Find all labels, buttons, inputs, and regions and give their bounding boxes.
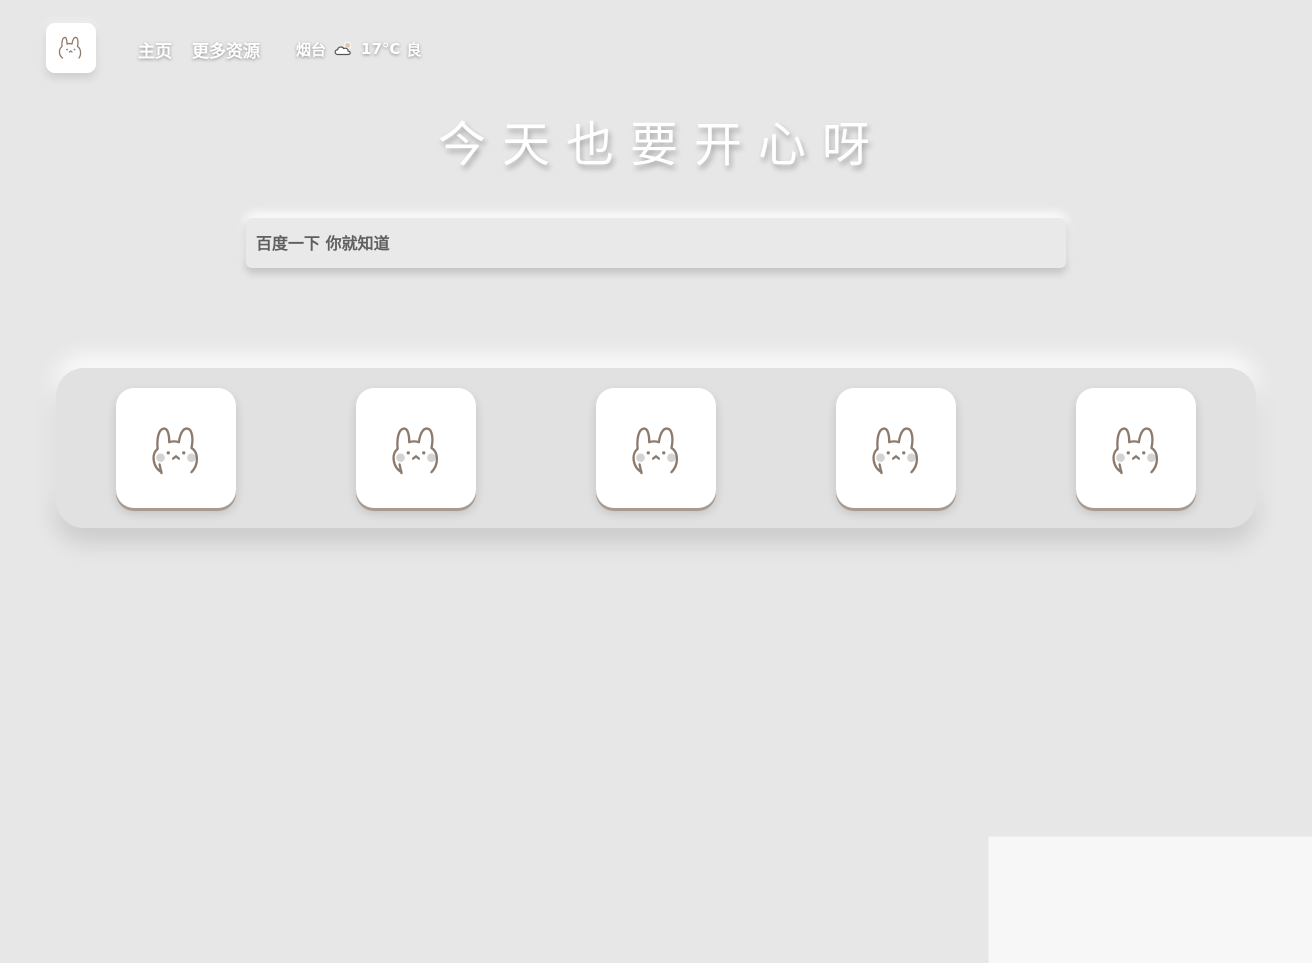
bunny-icon: [1112, 427, 1159, 475]
weather-air-quality: 良: [406, 40, 422, 59]
bunny-logo-icon: [58, 36, 82, 59]
bookmark-tile-5[interactable]: [1076, 388, 1196, 508]
nav-more-resources-link[interactable]: 更多资源: [192, 37, 260, 62]
weather-widget[interactable]: 烟台 17°C 良: [296, 39, 421, 60]
weather-city: 烟台: [296, 40, 327, 59]
nav-home-link[interactable]: 主页: [138, 37, 172, 62]
bookmark-tile-4[interactable]: [836, 388, 956, 508]
page: 主页 更多资源 烟台 17°C 良 今天也要开心呀: [0, 0, 1312, 963]
bookmark-tile-2[interactable]: [356, 388, 476, 508]
bunny-icon: [152, 427, 199, 475]
bookmark-panel: [56, 368, 1256, 528]
bookmark-tile-3[interactable]: [596, 388, 716, 508]
search-box: [246, 218, 1066, 268]
cloud-icon: [334, 41, 352, 56]
bunny-icon: [392, 427, 439, 475]
bunny-icon: [632, 427, 679, 475]
bookmark-tile-1[interactable]: [116, 388, 236, 508]
home-logo-button[interactable]: [46, 23, 96, 73]
top-nav: 主页 更多资源 烟台 17°C 良: [138, 36, 421, 62]
slogan-heading: 今天也要开心呀: [437, 117, 886, 173]
search-input[interactable]: [246, 218, 1066, 268]
weather-temperature: 17°C: [361, 40, 401, 58]
corner-overlay-panel: [988, 836, 1312, 963]
bunny-icon: [872, 427, 919, 475]
